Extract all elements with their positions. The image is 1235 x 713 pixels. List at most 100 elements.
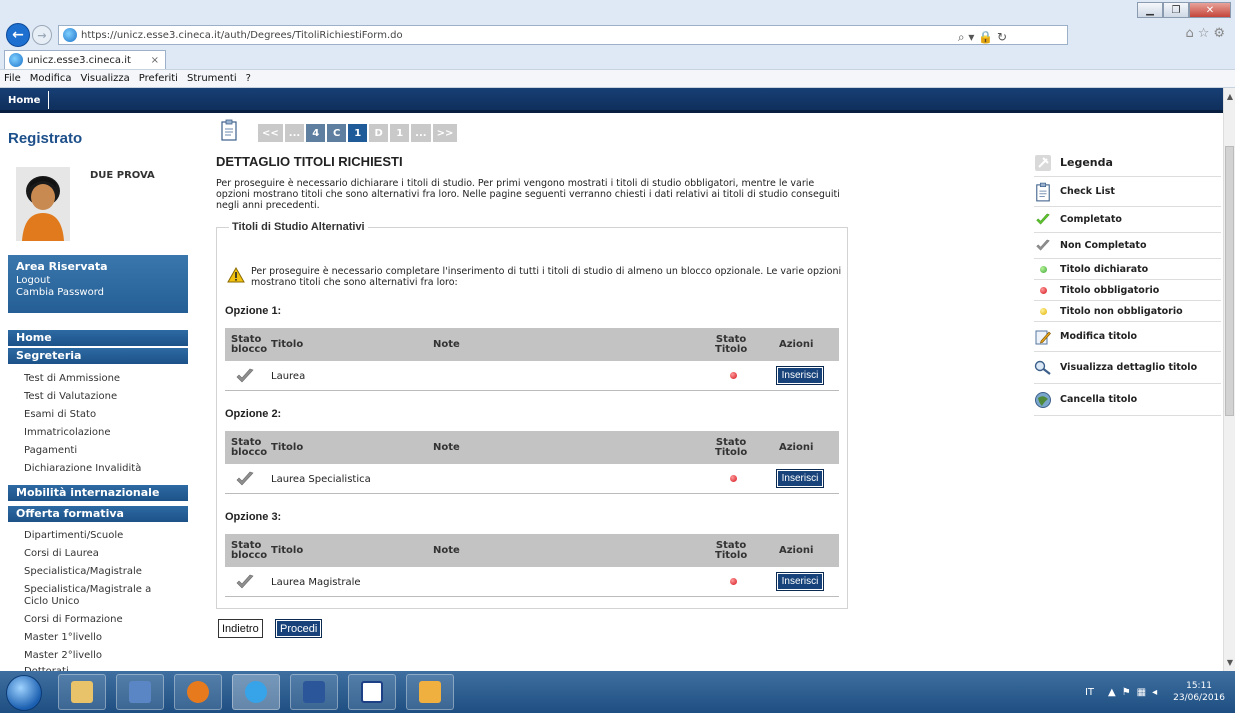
pager-ellipsis-right[interactable]: ... [411, 124, 431, 142]
pager-step-4[interactable]: 4 [306, 124, 326, 142]
nav-specialistica[interactable]: Specialistica/Magistrale [24, 566, 142, 578]
pager-step-c[interactable]: C [327, 124, 347, 142]
legend-label: Completato [1060, 214, 1122, 225]
table-header: Stato blocco Titolo Note Stato Titolo Azio… [225, 431, 839, 464]
nav-offerta-formativa[interactable]: Offerta formativa [8, 506, 188, 522]
header-home-link[interactable]: Home [8, 91, 50, 109]
url-text[interactable]: https://unicz.esse3.cineca.it/auth/Degre… [81, 30, 403, 41]
insert-button-option-2[interactable]: Inserisci [776, 469, 824, 488]
menu-modifica[interactable]: Modifica [30, 73, 72, 84]
nav-pagamenti[interactable]: Pagamenti [24, 445, 77, 457]
site-header-bar: Home [0, 88, 1226, 113]
pager-ellipsis-left[interactable]: ... [284, 124, 305, 142]
nav-corsi-laurea[interactable]: Corsi di Laurea [24, 548, 99, 560]
insert-button-option-3[interactable]: Inserisci [776, 572, 824, 591]
taskbar-computer-icon[interactable] [116, 674, 164, 710]
page-title: DETTAGLIO TITOLI RICHIESTI [216, 154, 403, 169]
nav-mobilita[interactable]: Mobilità internazionale [8, 485, 188, 501]
taskbar-messenger-icon[interactable] [406, 674, 454, 710]
scroll-up-icon[interactable]: ▲ [1224, 90, 1235, 102]
checklist-icon[interactable] [220, 119, 238, 141]
nav-corsi-formazione[interactable]: Corsi di Formazione [24, 614, 123, 626]
home-star-gear-icons[interactable]: ⌂☆⚙ [1185, 26, 1229, 41]
col-stato-titolo: Stato Titolo [715, 334, 748, 355]
legend-title: Legenda [1060, 156, 1113, 169]
legend-label: Modifica titolo [1060, 331, 1138, 342]
col-stato-blocco: Stato blocco [231, 540, 268, 561]
nav-segreteria[interactable]: Segreteria [8, 348, 188, 364]
nav-ciclo-unico[interactable]: Specialistica/Magistrale a Ciclo Unico [24, 584, 174, 608]
menu-bar: File Modifica Visualizza Preferiti Strum… [0, 69, 1235, 88]
option-3-title: Opzione 3: [225, 511, 282, 523]
change-password-link[interactable]: Cambia Password [16, 287, 180, 299]
start-button-icon[interactable] [6, 675, 42, 711]
site-favicon-icon [63, 28, 77, 42]
taskbar-bank-icon[interactable] [348, 674, 396, 710]
yellow-dot-icon [1034, 307, 1052, 315]
required-title-red-dot-icon [730, 475, 737, 482]
legend-label: Cancella titolo [1060, 394, 1138, 405]
browser-tab[interactable]: unicz.esse3.cineca.it × [4, 50, 166, 69]
close-window-button[interactable]: ✕ [1189, 2, 1231, 18]
nav-master-2[interactable]: Master 2°livello [24, 650, 102, 662]
back-button-indietro[interactable]: Indietro [218, 619, 263, 638]
taskbar-word-icon[interactable] [290, 674, 338, 710]
pin-icon [1034, 154, 1052, 172]
tab-favicon-icon [9, 53, 23, 67]
taskbar-internet-explorer-icon[interactable] [232, 674, 280, 710]
menu-visualizza[interactable]: Visualizza [81, 73, 130, 84]
tray-icons[interactable]: ▲⚑▦◂ [1108, 687, 1163, 698]
not-completed-check-icon [236, 368, 254, 383]
menu-strumenti[interactable]: Strumenti [187, 73, 237, 84]
nav-home[interactable]: Home [8, 330, 188, 346]
nav-test-valutazione[interactable]: Test di Valutazione [24, 391, 117, 403]
alternative-titles-fieldset: Titoli di Studio Alternativi Per prosegu… [216, 221, 848, 609]
taskbar-explorer-icon[interactable] [58, 674, 106, 710]
legend-label: Titolo obbligatorio [1060, 284, 1160, 296]
nav-esami-stato[interactable]: Esami di Stato [24, 409, 96, 421]
nav-immatricolazione[interactable]: Immatricolazione [24, 427, 111, 439]
logout-link[interactable]: Logout [16, 275, 180, 287]
clock[interactable]: 15:11 23/06/2016 [1173, 680, 1225, 704]
menu-help[interactable]: ? [246, 73, 251, 84]
nav-dichiarazione-invalidita[interactable]: Dichiarazione Invalidità [24, 463, 141, 475]
col-azioni: Azioni [779, 545, 814, 556]
tab-close-icon[interactable]: × [151, 55, 159, 66]
nav-dipartimenti[interactable]: Dipartimenti/Scuole [24, 530, 123, 542]
proceed-button[interactable]: Procedi [275, 619, 323, 638]
taskbar-outlook-icon[interactable] [174, 674, 222, 710]
menu-file[interactable]: File [4, 73, 21, 84]
table-row: Laurea Inserisci [225, 361, 839, 391]
pager-step-d[interactable]: D [369, 124, 389, 142]
main-content: << ... 4 C 1 D 1 ... >> DETTAGLIO TITOLI… [210, 114, 850, 671]
pager-first[interactable]: << [258, 124, 283, 142]
required-title-red-dot-icon [730, 372, 737, 379]
pager-step-1-current[interactable]: 1 [348, 124, 368, 142]
legend-item: Check List [1034, 177, 1221, 207]
back-button[interactable]: ← [6, 23, 30, 47]
minimize-button[interactable]: ▁ [1137, 2, 1163, 18]
page-scrollbar[interactable]: ▲ ▼ [1223, 88, 1235, 671]
pager-step-1-next[interactable]: 1 [390, 124, 410, 142]
scroll-thumb[interactable] [1225, 146, 1234, 416]
clock-date: 23/06/2016 [1173, 693, 1225, 703]
option-1-table: Stato blocco Titolo Note Stato Titolo Azio… [225, 328, 839, 391]
address-tools-icon[interactable]: ⌕ ▾ 🔒 ↻ [958, 30, 1007, 45]
forward-button[interactable]: → [32, 25, 52, 45]
green-dot-icon [1034, 265, 1052, 273]
nav-master-1[interactable]: Master 1°livello [24, 632, 102, 644]
sidebar-title: Registrato [8, 130, 83, 147]
maximize-button[interactable]: ❐ [1163, 2, 1189, 18]
col-stato-blocco: Stato blocco [231, 437, 268, 458]
language-indicator[interactable]: IT [1085, 687, 1094, 698]
nav-test-ammissione[interactable]: Test di Ammissione [24, 373, 120, 385]
insert-button-option-1[interactable]: Inserisci [776, 366, 824, 385]
scroll-down-icon[interactable]: ▼ [1224, 656, 1235, 668]
option-2-table: Stato blocco Titolo Note Stato Titolo Azio… [225, 431, 839, 494]
left-sidebar: Registrato DUE PROVA Area Riservata Logo… [0, 114, 199, 677]
address-bar[interactable]: https://unicz.esse3.cineca.it/auth/Degre… [58, 25, 1068, 45]
title-cell: Laurea [271, 371, 306, 382]
menu-preferiti[interactable]: Preferiti [139, 73, 178, 84]
pager-last[interactable]: >> [432, 124, 458, 142]
legend-item: Titolo dichiarato [1034, 259, 1221, 280]
